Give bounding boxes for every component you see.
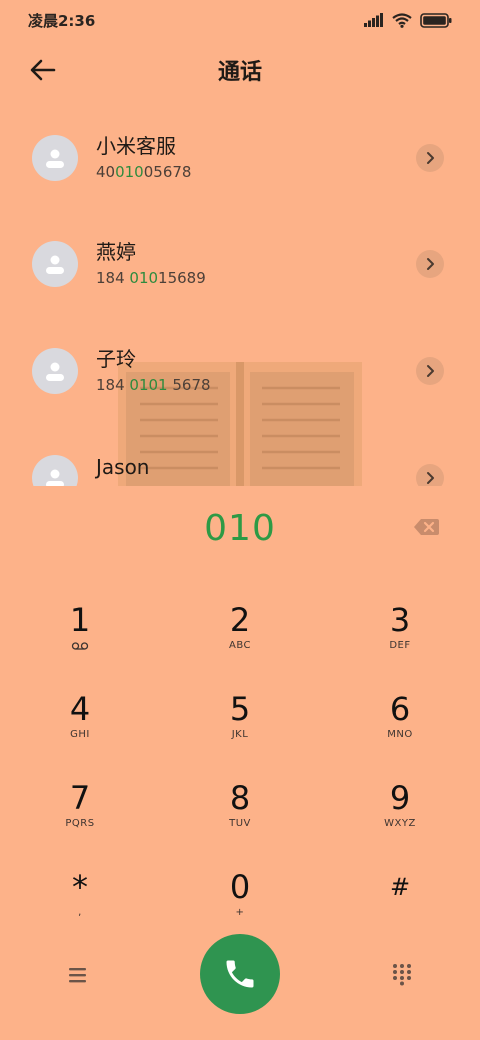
avatar [32, 135, 78, 181]
page-title: 通话 [217, 60, 262, 85]
key-9[interactable]: 9 WXYZ [340, 778, 460, 858]
key-digit: 2 [229, 601, 251, 639]
status-icons [364, 12, 452, 28]
key-digit: 8 [229, 779, 251, 817]
contact-name: Jason [96, 455, 150, 479]
contact-number: 184 01015689 [96, 269, 206, 287]
header: 通话 [0, 46, 480, 94]
phone-icon [226, 960, 254, 988]
key-digit: 0 [229, 868, 251, 906]
contact-number: 4001005678 [96, 163, 192, 181]
person-icon [46, 149, 64, 168]
chevron-right-icon [427, 152, 434, 164]
status-time: 凌晨2:36 [28, 11, 96, 30]
contact-item[interactable]: Jason [0, 428, 480, 486]
key-1[interactable]: 1 [20, 600, 140, 680]
key-letters: PQRS [65, 818, 95, 829]
dialpad-icon [393, 964, 411, 986]
key-digit: 3 [389, 601, 411, 639]
contact-detail-button[interactable] [416, 464, 444, 486]
contact-number: 184 0101 5678 [96, 376, 211, 394]
wifi-icon [392, 12, 412, 28]
bottom-action-bar [0, 934, 480, 1016]
chevron-right-icon [427, 365, 434, 377]
call-button[interactable] [200, 934, 280, 1014]
chevron-right-icon [427, 472, 434, 484]
dialed-number: 010 [204, 507, 276, 549]
contact-item[interactable]: 子玲 184 0101 5678 [0, 321, 480, 421]
key-digit: * [72, 868, 88, 906]
contact-name: 燕婷 [96, 240, 136, 264]
person-icon [46, 469, 64, 486]
key-letters: WXYZ [384, 818, 416, 829]
key-letters: DEF [389, 640, 411, 651]
key-letters: , [78, 907, 82, 918]
contact-detail-button[interactable] [416, 250, 444, 278]
signal-icon [364, 13, 383, 27]
chevron-right-icon [427, 258, 434, 270]
key-letters: JKL [231, 729, 249, 740]
matched-digits: 010 [115, 163, 144, 181]
back-button[interactable] [28, 56, 58, 84]
key-letters: GHI [70, 729, 90, 740]
contact-item[interactable]: 燕婷 184 01015689 [0, 214, 480, 314]
dial-display: 010 [0, 500, 480, 556]
key-digit: 6 [389, 690, 411, 728]
menu-icon [69, 968, 86, 983]
key-digit: 7 [69, 779, 91, 817]
key-digit: 1 [69, 601, 91, 639]
key-6[interactable]: 6 MNO [340, 689, 460, 769]
person-icon [46, 362, 64, 381]
contact-item[interactable]: 小米客服 4001005678 [0, 108, 480, 208]
key-digit: 4 [69, 690, 91, 728]
contact-name: 子玲 [96, 347, 136, 371]
contact-detail-button[interactable] [416, 144, 444, 172]
contact-suggestion-list[interactable]: 小米客服 4001005678 燕婷 184 01015689 子玲 184 0… [0, 100, 480, 486]
key-digit: 5 [229, 690, 251, 728]
person-icon [46, 255, 64, 274]
key-letters: MNO [387, 729, 413, 740]
key-2[interactable]: 2 ABC [180, 600, 300, 680]
key-letters: ABC [228, 640, 251, 651]
battery-icon [420, 12, 452, 28]
key-8[interactable]: 8 TUV [180, 778, 300, 858]
arrow-left-icon [30, 59, 56, 81]
contact-name: 小米客服 [96, 134, 176, 158]
key-letters: + [235, 907, 245, 918]
backspace-button[interactable] [412, 516, 440, 538]
matched-digits: 010 [129, 269, 159, 287]
key-3[interactable]: 3 DEF [340, 600, 460, 680]
key-4[interactable]: 4 GHI [20, 689, 140, 769]
matched-digits: 0101 [129, 376, 168, 394]
status-bar: 凌晨2:36 [0, 0, 480, 40]
dialpad-toggle-button[interactable] [390, 962, 414, 986]
avatar [32, 455, 78, 486]
contact-detail-button[interactable] [416, 357, 444, 385]
avatar [32, 241, 78, 287]
voicemail-icon [71, 642, 89, 650]
key-digit: 9 [389, 779, 411, 817]
backspace-icon [414, 519, 439, 535]
key-letters: TUV [229, 818, 251, 829]
key-5[interactable]: 5 JKL [180, 689, 300, 769]
key-digit: # [389, 873, 411, 901]
key-7[interactable]: 7 PQRS [20, 778, 140, 858]
avatar [32, 348, 78, 394]
menu-button[interactable] [66, 964, 90, 986]
